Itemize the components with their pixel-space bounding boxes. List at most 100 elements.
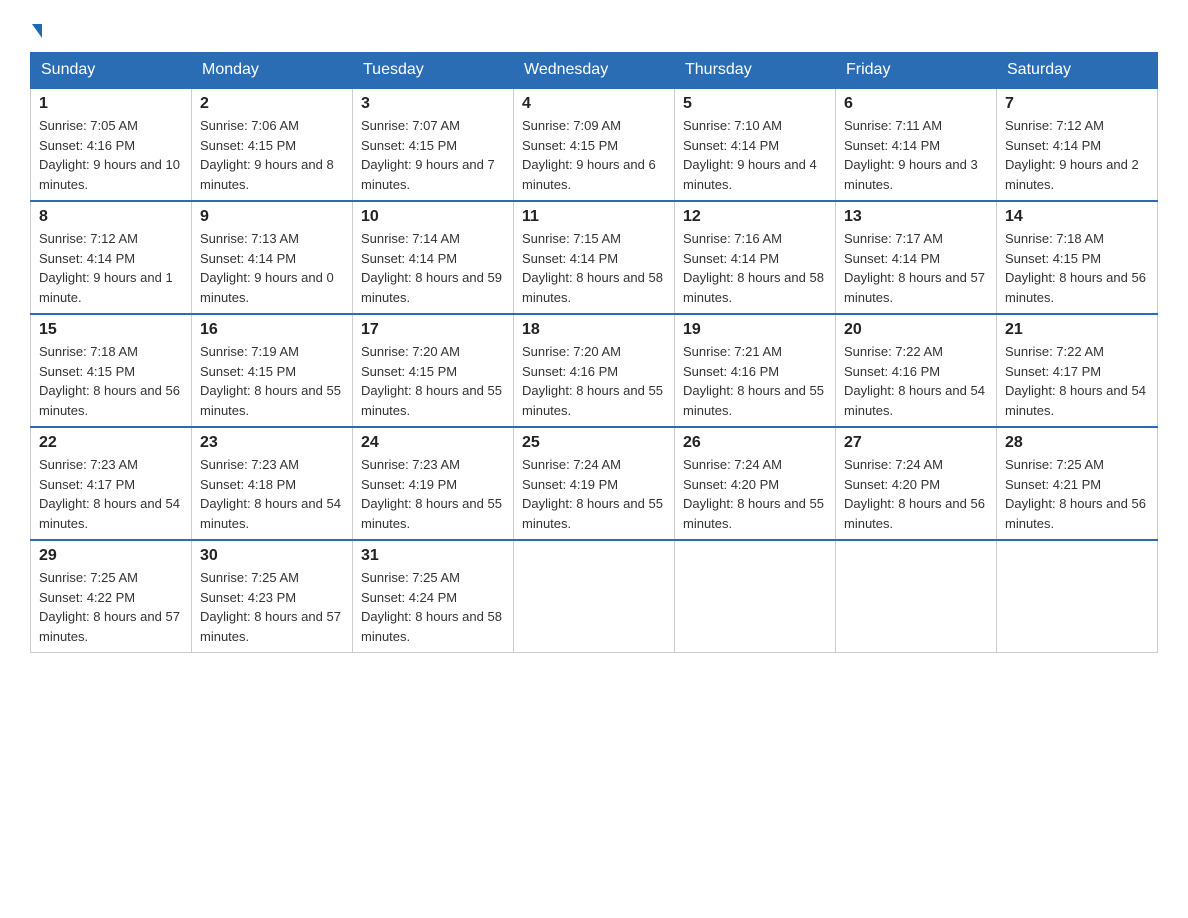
logo [30,28,42,42]
day-cell-12: 12Sunrise: 7:16 AMSunset: 4:14 PMDayligh… [675,201,836,314]
day-cell-21: 21 Sunrise: 7:22 AMSunset: 4:17 PMDayligh… [997,314,1158,427]
day-info-24: Sunrise: 7:23 AMSunset: 4:19 PMDaylight:… [361,455,505,533]
day-info-8: Sunrise: 7:12 AMSunset: 4:14 PMDaylight:… [39,229,183,307]
day-info-22: Sunrise: 7:23 AMSunset: 4:17 PMDaylight:… [39,455,183,533]
day-number-23: 23 [200,434,344,452]
empty-cell [514,540,675,653]
day-number-24: 24 [361,434,505,452]
day-number-10: 10 [361,208,505,226]
day-info-27: Sunrise: 7:24 AMSunset: 4:20 PMDaylight:… [844,455,988,533]
day-number-7: 7 [1005,95,1149,113]
week-row-2: 8 Sunrise: 7:12 AMSunset: 4:14 PMDaylight… [31,201,1158,314]
day-info-28: Sunrise: 7:25 AMSunset: 4:21 PMDaylight:… [1005,455,1149,533]
day-info-21: Sunrise: 7:22 AMSunset: 4:17 PMDaylight:… [1005,342,1149,420]
day-number-28: 28 [1005,434,1149,452]
day-cell-2: 2Sunrise: 7:06 AMSunset: 4:15 PMDaylight… [192,88,353,201]
day-number-25: 25 [522,434,666,452]
day-number-1: 1 [39,95,183,113]
header-saturday: Saturday [997,53,1158,89]
day-info-9: Sunrise: 7:13 AMSunset: 4:14 PMDaylight:… [200,229,344,307]
day-number-13: 13 [844,208,988,226]
day-cell-26: 26 Sunrise: 7:24 AMSunset: 4:20 PMDayligh… [675,427,836,540]
day-cell-1: 1 Sunrise: 7:05 AMSunset: 4:16 PMDaylight… [31,88,192,201]
day-number-5: 5 [683,95,827,113]
header-thursday: Thursday [675,53,836,89]
week-row-3: 15 Sunrise: 7:18 AMSunset: 4:15 PMDayligh… [31,314,1158,427]
day-info-15: Sunrise: 7:18 AMSunset: 4:15 PMDaylight:… [39,342,183,420]
day-info-29: Sunrise: 7:25 AMSunset: 4:22 PMDaylight:… [39,568,183,646]
day-number-6: 6 [844,95,988,113]
page-header [30,20,1158,42]
logo-arrow-icon [32,24,42,38]
day-info-5: Sunrise: 7:10 AMSunset: 4:14 PMDaylight:… [683,116,827,194]
day-number-9: 9 [200,208,344,226]
day-number-29: 29 [39,547,183,565]
day-info-25: Sunrise: 7:24 AMSunset: 4:19 PMDaylight:… [522,455,666,533]
day-cell-3: 3 Sunrise: 7:07 AMSunset: 4:15 PMDaylight… [353,88,514,201]
day-cell-20: 20 Sunrise: 7:22 AMSunset: 4:16 PMDayligh… [836,314,997,427]
day-cell-17: 17 Sunrise: 7:20 AMSunset: 4:15 PMDayligh… [353,314,514,427]
day-cell-18: 18 Sunrise: 7:20 AMSunset: 4:16 PMDayligh… [514,314,675,427]
day-number-8: 8 [39,208,183,226]
day-info-7: Sunrise: 7:12 AMSunset: 4:14 PMDaylight:… [1005,116,1149,194]
day-number-30: 30 [200,547,344,565]
day-info-11: Sunrise: 7:15 AMSunset: 4:14 PMDaylight:… [522,229,666,307]
day-info-3: Sunrise: 7:07 AMSunset: 4:15 PMDaylight:… [361,116,505,194]
day-cell-14: 14Sunrise: 7:18 AMSunset: 4:15 PMDayligh… [997,201,1158,314]
day-cell-11: 11 Sunrise: 7:15 AMSunset: 4:14 PMDayligh… [514,201,675,314]
day-cell-27: 27 Sunrise: 7:24 AMSunset: 4:20 PMDayligh… [836,427,997,540]
day-cell-10: 10 Sunrise: 7:14 AMSunset: 4:14 PMDayligh… [353,201,514,314]
day-number-27: 27 [844,434,988,452]
day-info-17: Sunrise: 7:20 AMSunset: 4:15 PMDaylight:… [361,342,505,420]
header-sunday: Sunday [31,53,192,89]
week-row-4: 22Sunrise: 7:23 AMSunset: 4:17 PMDayligh… [31,427,1158,540]
day-info-19: Sunrise: 7:21 AMSunset: 4:16 PMDaylight:… [683,342,827,420]
week-row-1: 1 Sunrise: 7:05 AMSunset: 4:16 PMDaylight… [31,88,1158,201]
day-cell-31: 31Sunrise: 7:25 AMSunset: 4:24 PMDayligh… [353,540,514,653]
day-number-3: 3 [361,95,505,113]
day-cell-23: 23 Sunrise: 7:23 AMSunset: 4:18 PMDayligh… [192,427,353,540]
day-cell-29: 29 Sunrise: 7:25 AMSunset: 4:22 PMDayligh… [31,540,192,653]
day-info-26: Sunrise: 7:24 AMSunset: 4:20 PMDaylight:… [683,455,827,533]
day-number-14: 14 [1005,208,1149,226]
day-cell-9: 9 Sunrise: 7:13 AMSunset: 4:14 PMDaylight… [192,201,353,314]
day-cell-24: 24 Sunrise: 7:23 AMSunset: 4:19 PMDayligh… [353,427,514,540]
day-info-18: Sunrise: 7:20 AMSunset: 4:16 PMDaylight:… [522,342,666,420]
day-number-18: 18 [522,321,666,339]
day-cell-30: 30Sunrise: 7:25 AMSunset: 4:23 PMDayligh… [192,540,353,653]
empty-cell [836,540,997,653]
day-number-15: 15 [39,321,183,339]
empty-cell [997,540,1158,653]
day-number-26: 26 [683,434,827,452]
day-info-31: Sunrise: 7:25 AMSunset: 4:24 PMDaylight:… [361,568,505,646]
day-info-1: Sunrise: 7:05 AMSunset: 4:16 PMDaylight:… [39,116,183,194]
day-number-4: 4 [522,95,666,113]
day-info-23: Sunrise: 7:23 AMSunset: 4:18 PMDaylight:… [200,455,344,533]
day-cell-8: 8 Sunrise: 7:12 AMSunset: 4:14 PMDaylight… [31,201,192,314]
day-info-13: Sunrise: 7:17 AMSunset: 4:14 PMDaylight:… [844,229,988,307]
day-number-21: 21 [1005,321,1149,339]
day-cell-16: 16Sunrise: 7:19 AMSunset: 4:15 PMDayligh… [192,314,353,427]
day-number-2: 2 [200,95,344,113]
day-info-4: Sunrise: 7:09 AMSunset: 4:15 PMDaylight:… [522,116,666,194]
day-info-20: Sunrise: 7:22 AMSunset: 4:16 PMDaylight:… [844,342,988,420]
day-number-11: 11 [522,208,666,226]
empty-cell [675,540,836,653]
day-cell-7: 7 Sunrise: 7:12 AMSunset: 4:14 PMDaylight… [997,88,1158,201]
day-cell-5: 5 Sunrise: 7:10 AMSunset: 4:14 PMDaylight… [675,88,836,201]
day-number-19: 19 [683,321,827,339]
header-monday: Monday [192,53,353,89]
day-info-16: Sunrise: 7:19 AMSunset: 4:15 PMDaylight:… [200,342,344,420]
day-cell-13: 13 Sunrise: 7:17 AMSunset: 4:14 PMDayligh… [836,201,997,314]
day-number-20: 20 [844,321,988,339]
day-info-10: Sunrise: 7:14 AMSunset: 4:14 PMDaylight:… [361,229,505,307]
day-cell-28: 28 Sunrise: 7:25 AMSunset: 4:21 PMDayligh… [997,427,1158,540]
day-cell-25: 25 Sunrise: 7:24 AMSunset: 4:19 PMDayligh… [514,427,675,540]
day-cell-19: 19 Sunrise: 7:21 AMSunset: 4:16 PMDayligh… [675,314,836,427]
header-friday: Friday [836,53,997,89]
day-info-6: Sunrise: 7:11 AMSunset: 4:14 PMDaylight:… [844,116,988,194]
day-cell-4: 4 Sunrise: 7:09 AMSunset: 4:15 PMDaylight… [514,88,675,201]
day-number-17: 17 [361,321,505,339]
header-row: SundayMondayTuesdayWednesdayThursdayFrid… [31,53,1158,89]
calendar-table: SundayMondayTuesdayWednesdayThursdayFrid… [30,52,1158,653]
